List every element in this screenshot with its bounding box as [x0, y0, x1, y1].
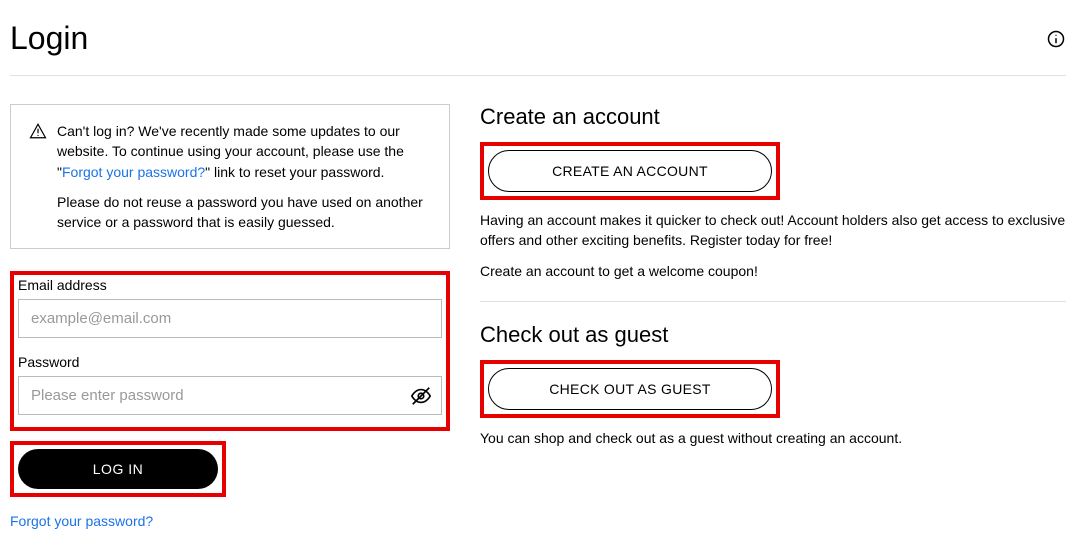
notice-forgot-link[interactable]: Forgot your password?: [62, 164, 205, 180]
guest-checkout-desc: You can shop and check out as a guest wi…: [480, 428, 1066, 448]
notice-line-1: Can't log in? We've recently made some u…: [57, 121, 431, 182]
guest-checkout-highlight: CHECK OUT AS GUEST: [480, 360, 780, 418]
login-button[interactable]: LOG IN: [18, 449, 218, 489]
email-label: Email address: [18, 277, 442, 293]
email-field[interactable]: [18, 299, 442, 338]
create-account-desc-1: Having an account makes it quicker to ch…: [480, 210, 1066, 251]
password-label: Password: [18, 354, 442, 370]
forgot-password-link[interactable]: Forgot your password?: [10, 513, 450, 529]
create-account-title: Create an account: [480, 104, 1066, 130]
create-account-highlight: CREATE AN ACCOUNT: [480, 142, 780, 200]
section-divider: [480, 301, 1066, 302]
notice-line-2: Please do not reuse a password you have …: [57, 192, 431, 233]
login-button-highlight: LOG IN: [10, 441, 226, 497]
guest-checkout-title: Check out as guest: [480, 322, 1066, 348]
notice-box: Can't log in? We've recently made some u…: [10, 104, 450, 249]
info-icon[interactable]: [1046, 29, 1066, 49]
notice-text-suffix: " link to reset your password.: [205, 164, 384, 180]
guest-checkout-button[interactable]: CHECK OUT AS GUEST: [488, 368, 772, 410]
password-field[interactable]: [18, 376, 442, 415]
warning-icon: [29, 122, 47, 232]
login-form-highlight: Email address Password: [10, 271, 450, 431]
create-account-desc-2: Create an account to get a welcome coupo…: [480, 261, 1066, 281]
create-account-button[interactable]: CREATE AN ACCOUNT: [488, 150, 772, 192]
eye-off-icon[interactable]: [410, 385, 432, 407]
page-title: Login: [10, 20, 88, 57]
